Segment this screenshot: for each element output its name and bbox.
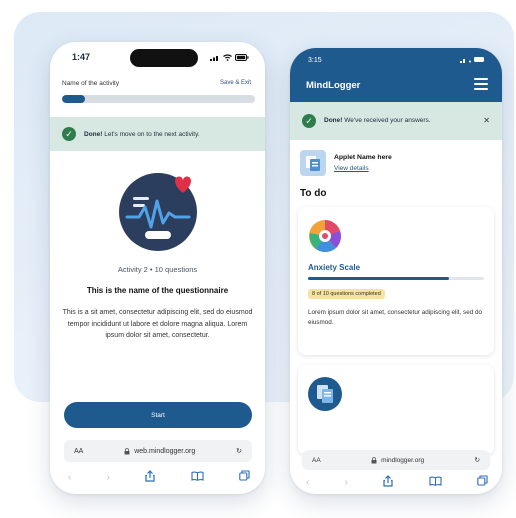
status-time: 1:47 bbox=[72, 52, 91, 62]
success-banner: ✓ Done! We've received your answers. ✕ bbox=[290, 102, 502, 140]
activity-card-progress-fill bbox=[308, 277, 449, 280]
activity-header: Name of the activity Save & Exit bbox=[50, 72, 265, 87]
url-display[interactable]: web.mindlogger.org bbox=[124, 448, 195, 455]
applet-name: Applet Name here bbox=[334, 154, 392, 161]
activity-progress-fill bbox=[62, 95, 86, 103]
left-phone: 1:47 Name of the activity Save & Exit ✓ … bbox=[50, 42, 265, 494]
activity-name: Name of the activity bbox=[62, 80, 120, 87]
activity-card-title: Anxiety Scale bbox=[308, 263, 361, 272]
banner-strong: Done! bbox=[84, 130, 103, 138]
applet-header: Applet Name here View details bbox=[290, 140, 502, 176]
activity-progress-bar bbox=[62, 95, 255, 103]
share-icon[interactable] bbox=[145, 469, 155, 485]
questionnaire-title: This is the name of the questionnaire bbox=[86, 286, 229, 295]
bookmarks-icon[interactable] bbox=[191, 471, 204, 484]
tabs-icon[interactable] bbox=[239, 470, 250, 484]
reload-icon[interactable]: ↻ bbox=[236, 447, 242, 455]
text-size-button[interactable]: AA bbox=[312, 457, 321, 464]
right-phone: 3:15 MindLogger ✓ Done! We've received y… bbox=[290, 48, 502, 494]
banner-strong: Done! bbox=[324, 117, 343, 124]
questionnaire-description: This is a sit amet, consectetur adipisci… bbox=[62, 309, 253, 339]
heartbeat-monitor-icon bbox=[118, 173, 197, 251]
share-icon[interactable] bbox=[383, 474, 393, 490]
anxiety-scale-logo-icon bbox=[308, 219, 342, 253]
back-icon[interactable]: ‹ bbox=[68, 472, 71, 483]
completion-chip: 8 of 10 questions completed bbox=[308, 289, 385, 299]
activity-meta: Activity 2 • 10 questions bbox=[117, 265, 198, 274]
success-banner: ✓ Done! Let's move on to the next activi… bbox=[50, 117, 265, 151]
hamburger-menu-icon[interactable] bbox=[474, 78, 488, 90]
activity-card-description: Lorem ipsum dolor sit amet, consectetur … bbox=[308, 309, 482, 326]
check-circle-icon: ✓ bbox=[302, 114, 316, 128]
battery-icon bbox=[235, 53, 249, 61]
forward-icon[interactable]: › bbox=[345, 477, 348, 488]
check-circle-icon: ✓ bbox=[62, 127, 76, 141]
browser-url-bar[interactable]: AA web.mindlogger.org ↻ bbox=[64, 440, 252, 462]
lock-icon bbox=[371, 456, 377, 463]
banner-message: Let's move on to the next activity. bbox=[104, 130, 200, 138]
start-button[interactable]: Start bbox=[64, 402, 252, 428]
tabs-icon[interactable] bbox=[477, 475, 488, 489]
browser-toolbar: ‹ › bbox=[64, 468, 254, 486]
lock-icon bbox=[124, 447, 130, 454]
activity-card[interactable]: Anxiety Scale 8 of 10 questions complete… bbox=[298, 207, 494, 355]
dynamic-island bbox=[130, 49, 198, 67]
text-size-button[interactable]: AA bbox=[74, 448, 83, 455]
heartbeat-illustration bbox=[125, 176, 191, 239]
app-header: 3:15 MindLogger bbox=[290, 48, 502, 102]
url-display[interactable]: mindlogger.org bbox=[371, 457, 424, 464]
status-icons bbox=[460, 56, 486, 65]
banner-text: Done! Let's move on to the next activity… bbox=[84, 131, 200, 138]
back-icon[interactable]: ‹ bbox=[306, 477, 309, 488]
url-text: web.mindlogger.org bbox=[134, 447, 196, 455]
signal-icon bbox=[210, 55, 218, 61]
reload-icon[interactable]: ↻ bbox=[475, 456, 480, 464]
close-icon[interactable]: ✕ bbox=[483, 116, 490, 126]
status-time: 3:15 bbox=[308, 57, 322, 64]
url-text: mindlogger.org bbox=[381, 456, 425, 464]
document-stack-icon bbox=[308, 377, 342, 411]
view-details-link[interactable]: View details bbox=[334, 165, 392, 172]
brand-title: MindLogger bbox=[306, 80, 361, 91]
forward-icon[interactable]: › bbox=[107, 472, 110, 483]
save-exit-link[interactable]: Save & Exit bbox=[220, 80, 251, 87]
activity-card-progress bbox=[308, 277, 484, 280]
wifi-icon bbox=[223, 53, 232, 61]
activity-card-second[interactable] bbox=[298, 365, 494, 455]
banner-message: We've received your answers. bbox=[344, 117, 431, 124]
applet-icon bbox=[300, 150, 326, 176]
browser-url-bar[interactable]: AA mindlogger.org ↻ bbox=[302, 450, 490, 470]
bookmarks-icon[interactable] bbox=[429, 476, 442, 489]
browser-toolbar: ‹ › bbox=[300, 474, 494, 490]
banner-text: Done! We've received your answers. bbox=[324, 116, 431, 126]
todo-heading: To do bbox=[300, 188, 327, 199]
signal-wifi-battery-icon bbox=[460, 57, 484, 63]
status-icons bbox=[210, 53, 249, 61]
